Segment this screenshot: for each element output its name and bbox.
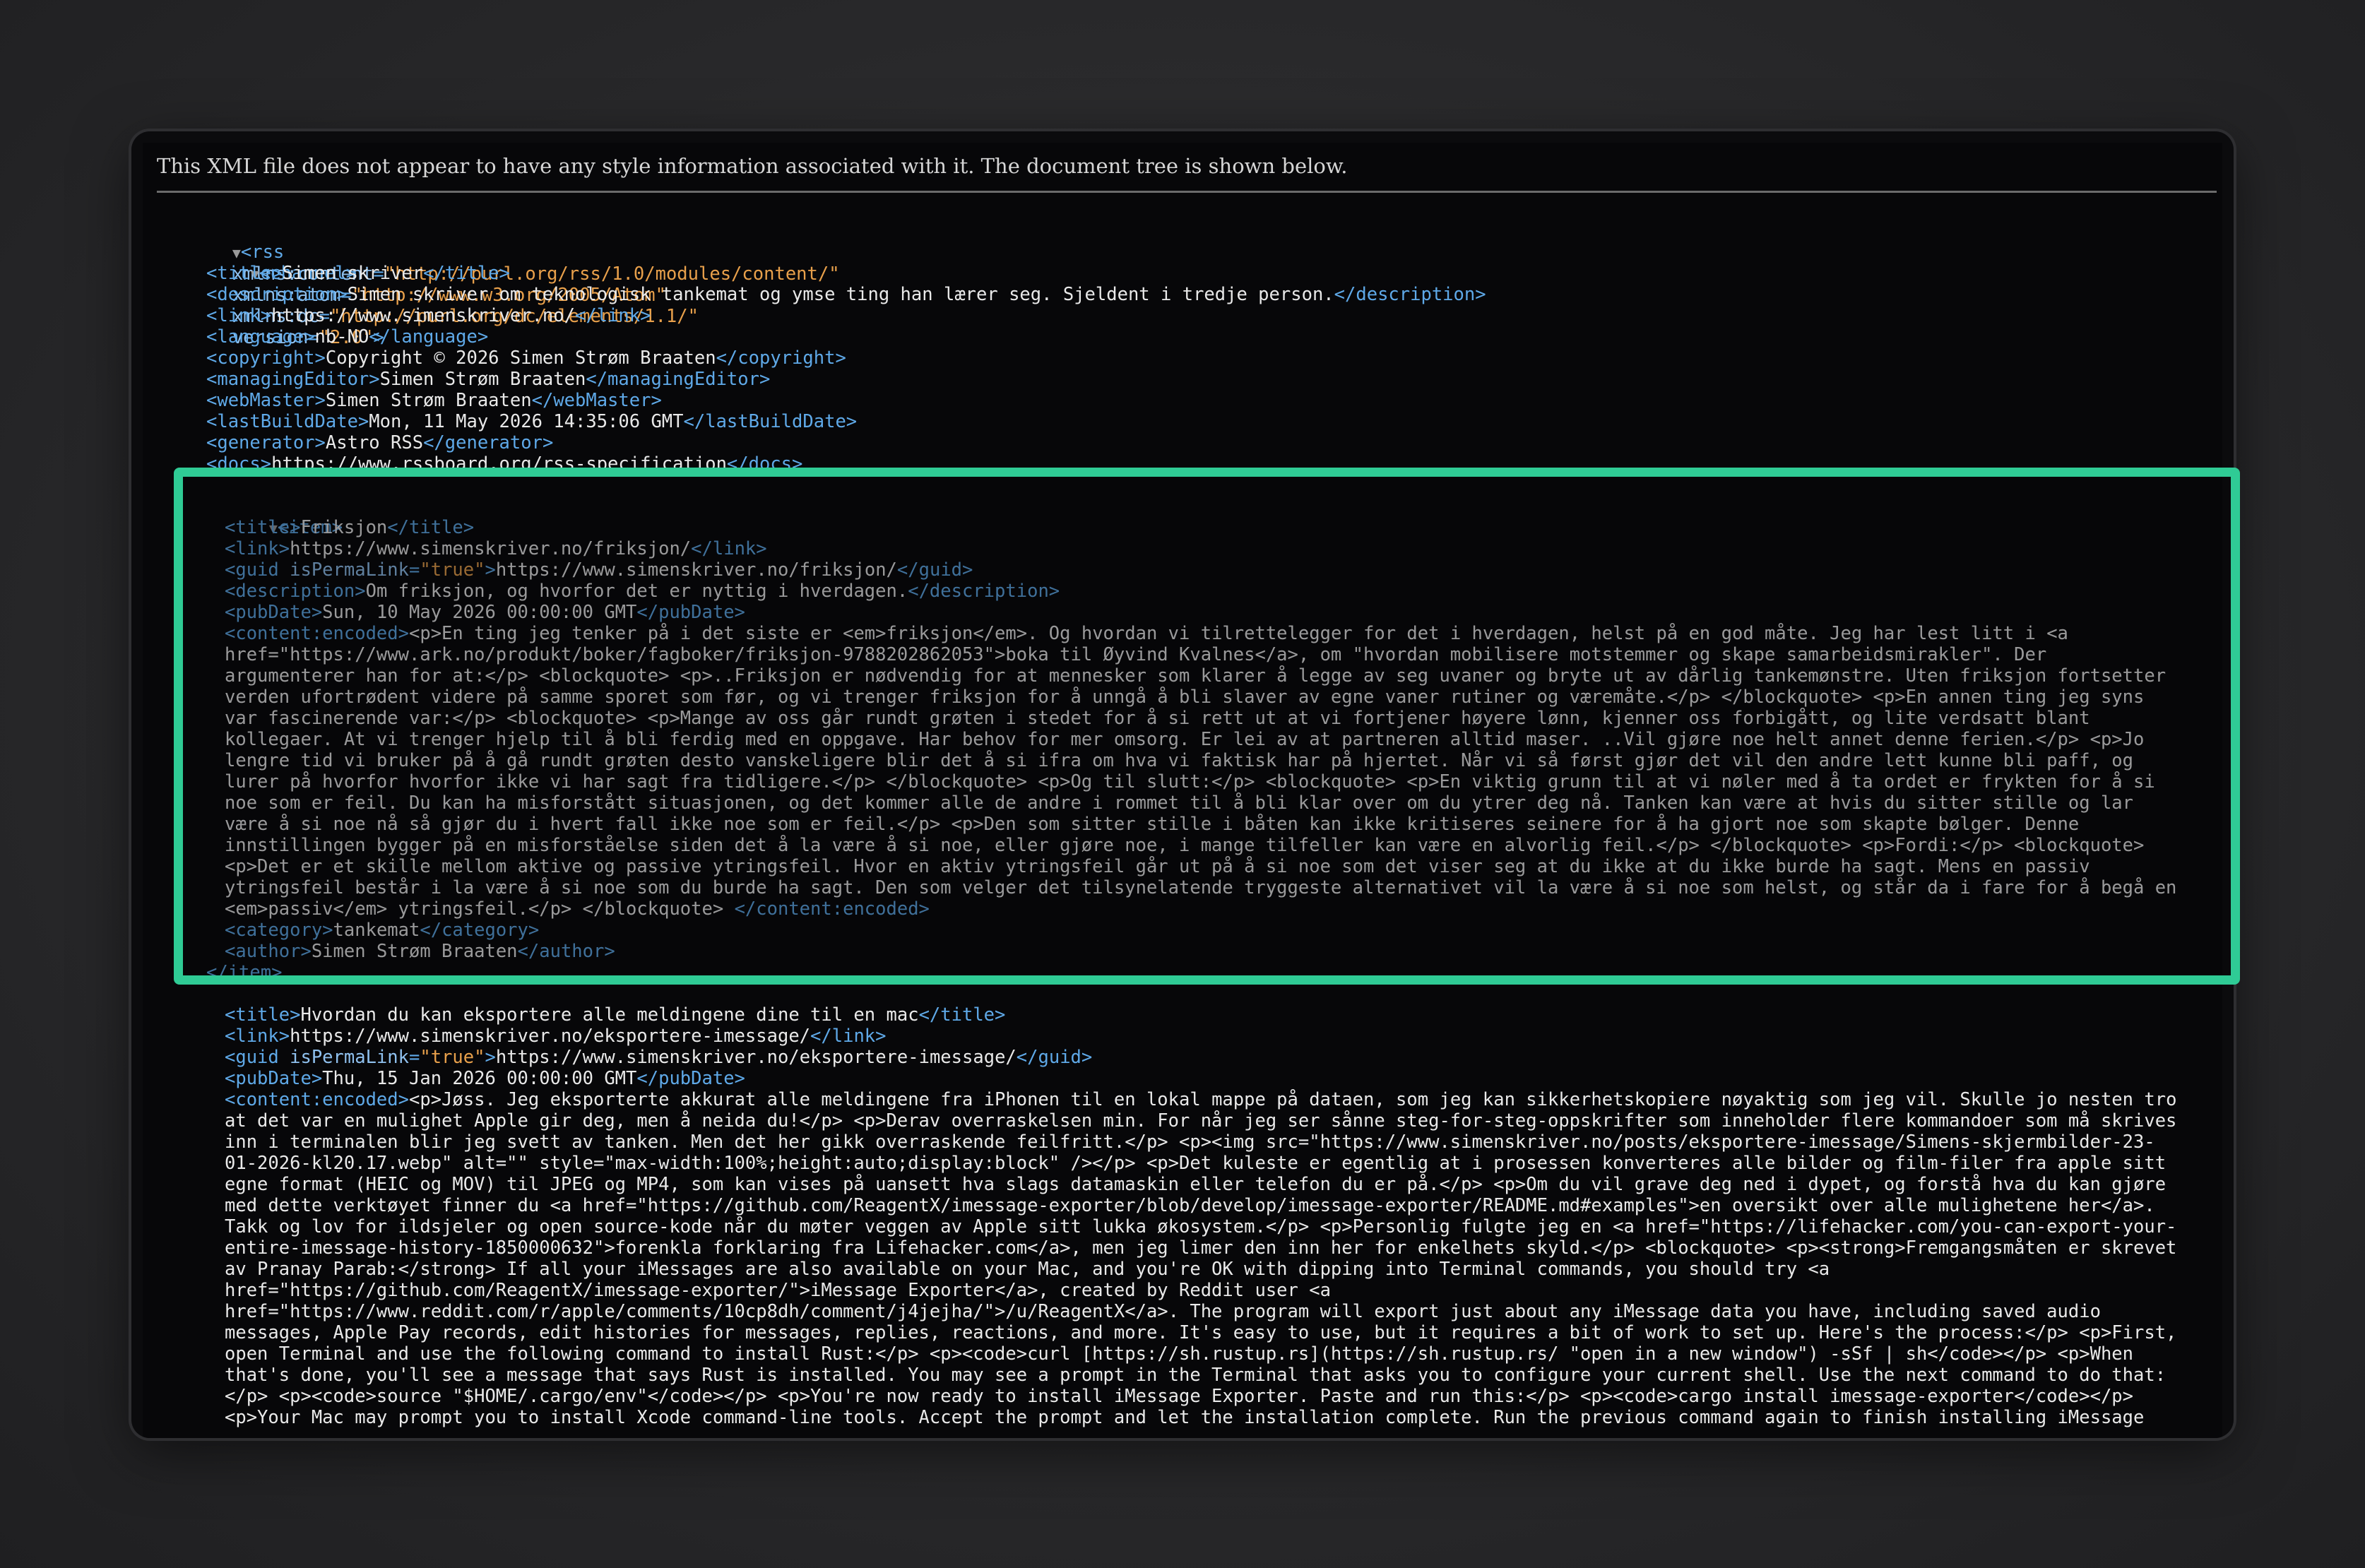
item-author: <author>Simen Strøm Braaten</author>	[225, 941, 615, 962]
item-content-line: argumenterer han for at:</p> <blockquote…	[225, 665, 2167, 687]
item2-content-line: <p>Your Mac may prompt you to install Xc…	[225, 1407, 2145, 1428]
item2-guid: <guid isPermaLink="true">https://www.sim…	[225, 1047, 1093, 1068]
item2-content-line: egne format (HEIC og MOV) til JPEG og MP…	[225, 1174, 2167, 1195]
item-content-line: lengre tid vi bruker på å gå rundt grøte…	[225, 750, 2134, 771]
item2-content-line: Takk og lov for ildsjeler og open source…	[225, 1216, 2177, 1237]
item-content-line: <em>passiv</em> ytringsfeil.</p> </block…	[225, 898, 930, 920]
channel-docs: <docs>https://www.rssboard.org/rss-speci…	[206, 453, 803, 475]
item-content-line: være å si noe nå så gjør du i hvert fall…	[225, 814, 2080, 835]
item-description: <description>Om friksjon, og hvorfor det…	[225, 581, 1060, 602]
item-category: <category>tankemat</category>	[225, 920, 540, 941]
item2-content-line: that's done, you'll see a message that s…	[225, 1365, 2167, 1386]
item2-content-line: href="https://www.reddit.com/r/apple/com…	[225, 1301, 2101, 1322]
item-content-line: ytringsfeil består i la være å si noe so…	[225, 877, 2177, 898]
item2-content-line: <content:encoded><p>Jøss. Jeg eksportert…	[225, 1089, 2177, 1110]
item2-content-line: messages, Apple Pay records, edit histor…	[225, 1322, 2177, 1343]
item2-pubdate: <pubDate>Thu, 15 Jan 2026 00:00:00 GMT</…	[225, 1068, 745, 1089]
channel-managing-editor: <managingEditor>Simen Strøm Braaten</man…	[206, 369, 771, 390]
item2-content-line: at det var en mulighet Apple gir deg, me…	[225, 1110, 2177, 1132]
item2-title: <title>Hvordan du kan eksportere alle me…	[225, 1004, 1006, 1026]
item-pubdate: <pubDate>Sun, 10 May 2026 00:00:00 GMT</…	[225, 602, 745, 623]
item-content-line: <content:encoded><p>En ting jeg tenker p…	[225, 623, 2068, 644]
item-content-line: noe som er feil. Du kan ha misforstått s…	[225, 792, 2134, 814]
item-content-line: <p>Det er et skille mellom aktive og pas…	[225, 856, 2090, 877]
channel-language: <language>nb-NO</language>	[206, 326, 489, 348]
item-close-tag: </item>	[206, 962, 283, 983]
channel-last-build-date: <lastBuildDate>Mon, 11 May 2026 14:35:06…	[206, 411, 858, 432]
channel-description: <description>Simen skriver om teknologis…	[206, 284, 1486, 305]
channel-copyright: <copyright>Copyright © 2026 Simen Strøm …	[206, 348, 846, 369]
item2-content-line: href="https://github.com/ReagentX/imessa…	[225, 1280, 1331, 1301]
xml-viewer: This XML file does not appear to have an…	[143, 143, 2222, 1438]
item-content-line: verden ufortrødent videre på samme spore…	[225, 687, 2145, 708]
item2-content-line: 01-2026-kl20.17.webp" alt="" style="max-…	[225, 1153, 2167, 1174]
item2-content-line: open Terminal and use the following comm…	[225, 1343, 2134, 1365]
item-guid: <guid isPermaLink="true">https://www.sim…	[225, 559, 973, 581]
item-content-line: lurer på hvorfor hvorfor ikke vi har sag…	[225, 771, 2155, 792]
channel-webmaster: <webMaster>Simen Strøm Braaten</webMaste…	[206, 390, 662, 411]
item2-content-line: med dette verktøyet finner du <a href="h…	[225, 1195, 2155, 1216]
xml-style-notice: This XML file does not appear to have an…	[157, 154, 2217, 193]
item-content-line: href="https://www.ark.no/produkt/boker/f…	[225, 644, 2047, 665]
item2-link: <link>https://www.simenskriver.no/ekspor…	[225, 1026, 887, 1047]
channel-link: <link>https://www.simenskriver.no/</link…	[206, 305, 651, 326]
item2-content-line: </p> <p><code>source "$HOME/.cargo/env"<…	[225, 1386, 2134, 1407]
item-content-line: kollegaer. At vi trenger hjelp til å bli…	[225, 729, 2145, 750]
item-content-line: innstillingen bygger på en misforståelse…	[225, 835, 2145, 856]
channel-generator: <generator>Astro RSS</generator>	[206, 432, 554, 453]
item-link: <link>https://www.simenskriver.no/friksj…	[225, 538, 767, 559]
item-title: <title>Friksjon</title>	[225, 517, 475, 538]
item2-content-line: entire-imessage-history-1850000632">fore…	[225, 1237, 2177, 1259]
item2-content-line: av Pranay Parab:</strong> If all your iM…	[225, 1259, 1830, 1280]
channel-title: <title>Simen skriver</title>	[206, 263, 510, 284]
browser-window: This XML file does not appear to have an…	[131, 131, 2234, 1438]
item2-content-line: inn i terminalen blir jeg svett av tanke…	[225, 1132, 2155, 1153]
item-content-line: var fascinerende var:</p> <blockquote> <…	[225, 708, 2090, 729]
